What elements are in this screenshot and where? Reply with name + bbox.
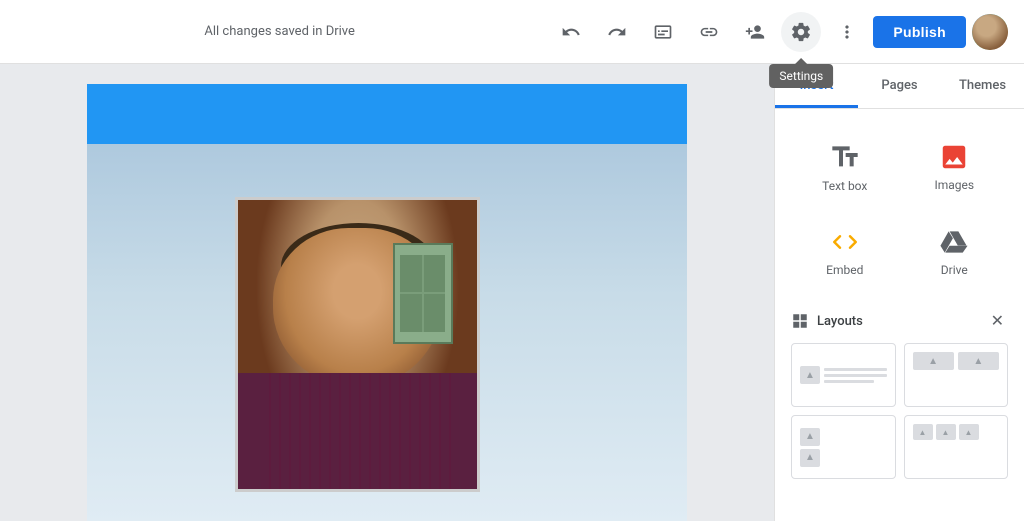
site-canvas (87, 84, 687, 521)
main-area: Insert Pages Themes Text box (0, 64, 1024, 521)
tab-themes[interactable]: Themes (941, 64, 1024, 108)
sidebar: Insert Pages Themes Text box (774, 64, 1024, 521)
layout-img-2a: ▲ (913, 352, 954, 370)
insert-embed[interactable]: Embed (791, 211, 899, 293)
preview-button[interactable] (643, 12, 683, 52)
layouts-header: Layouts ✕ (791, 309, 1008, 333)
images-label: Images (934, 178, 974, 192)
site-body (87, 144, 687, 521)
insert-images[interactable]: Images (901, 125, 1009, 209)
toolbar: All changes saved in Drive (0, 0, 1024, 64)
pane-q2 (424, 255, 445, 293)
undo-button[interactable] (551, 12, 591, 52)
pane-q1 (400, 255, 421, 293)
insert-panel: Text box Images (775, 109, 1024, 521)
embed-icon (830, 227, 860, 257)
layout-img-icon-4b: ▲ (942, 428, 950, 437)
insert-grid: Text box Images (791, 125, 1008, 293)
add-user-button[interactable] (735, 12, 775, 52)
avatar[interactable] (972, 14, 1008, 50)
avatar-image (972, 14, 1008, 50)
insert-text-box[interactable]: Text box (791, 125, 899, 209)
tab-pages[interactable]: Pages (858, 64, 941, 108)
toolbar-center: All changes saved in Drive (16, 24, 543, 39)
more-options-button[interactable] (827, 12, 867, 52)
drive-label: Drive (941, 263, 968, 277)
pane-q3 (400, 294, 421, 332)
layouts-grid: ▲ ▲ (791, 343, 1008, 479)
pane-q4 (424, 294, 445, 332)
layout-img-4c: ▲ (959, 424, 979, 440)
insert-drive[interactable]: Drive (901, 211, 1009, 293)
layout-img-1: ▲ (800, 366, 820, 384)
layout-img-icon-4c: ▲ (965, 428, 973, 437)
layout-thumb-2[interactable]: ▲ ▲ (904, 343, 1009, 407)
image-icon (939, 142, 969, 172)
layouts-title-row: Layouts (791, 312, 863, 330)
layouts-title: Layouts (817, 314, 863, 329)
layout-img-icon-2b: ▲ (973, 356, 983, 367)
bg-window (393, 243, 453, 344)
layout-img-icon-1: ▲ (805, 370, 815, 381)
publish-button[interactable]: Publish (873, 16, 966, 48)
person-shirt (238, 373, 477, 489)
layouts-icon (791, 312, 809, 330)
canvas-area (0, 64, 774, 521)
layout-thumb-4[interactable]: ▲ ▲ ▲ (904, 415, 1009, 479)
layout-img-2b: ▲ (958, 352, 999, 370)
redo-button[interactable] (597, 12, 637, 52)
layout-img-4a: ▲ (913, 424, 933, 440)
layout-img-icon-3a: ▲ (805, 431, 815, 442)
layout-lines-1 (824, 368, 887, 383)
window-pane (400, 255, 445, 333)
layout-img-3b: ▲ (800, 449, 820, 467)
text-box-label: Text box (822, 179, 867, 193)
drive-icon (939, 227, 969, 257)
text-icon (829, 141, 861, 173)
site-header-bar (87, 84, 687, 144)
tab-insert[interactable]: Insert (775, 64, 858, 108)
layouts-close-button[interactable]: ✕ (987, 309, 1008, 333)
settings-tooltip-wrap: Settings (781, 12, 821, 52)
line (824, 380, 874, 383)
layout-img-4b: ▲ (936, 424, 956, 440)
layout-img-icon-4a: ▲ (919, 428, 927, 437)
layout-img-icon-2a: ▲ (928, 356, 938, 367)
layouts-section: Layouts ✕ ▲ (791, 309, 1008, 479)
layout-img-3a: ▲ (800, 428, 820, 446)
layout-img-icon-3b: ▲ (805, 452, 815, 463)
layout-thumb-1[interactable]: ▲ (791, 343, 896, 407)
link-button[interactable] (689, 12, 729, 52)
line (824, 374, 887, 377)
settings-button[interactable] (781, 12, 821, 52)
line (824, 368, 887, 371)
profile-photo (235, 197, 480, 492)
toolbar-right: Settings Publish (551, 12, 1008, 52)
saved-status: All changes saved in Drive (204, 24, 355, 39)
layout-thumb-3[interactable]: ▲ ▲ (791, 415, 896, 479)
embed-label: Embed (826, 263, 863, 277)
sidebar-tabs: Insert Pages Themes (775, 64, 1024, 109)
